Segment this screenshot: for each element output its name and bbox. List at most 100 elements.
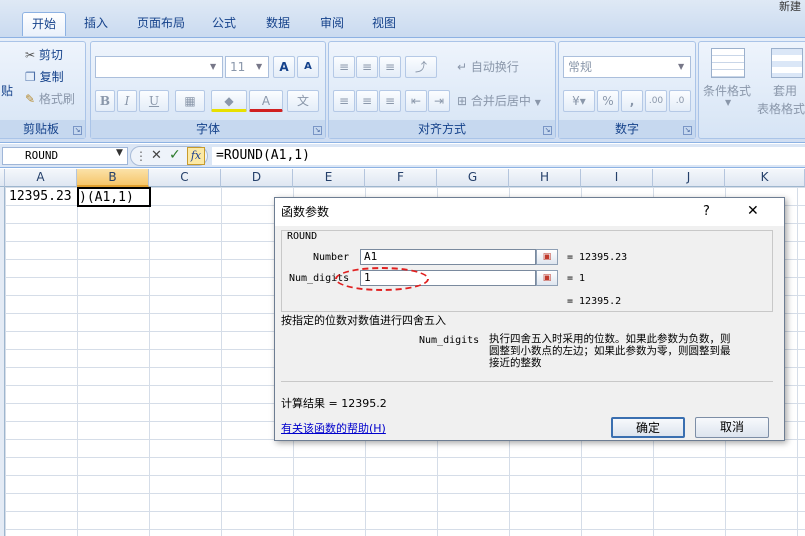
tab-view[interactable]: 视图 <box>364 12 404 36</box>
help-link[interactable]: 有关该函数的帮助(H) <box>281 420 386 436</box>
merge-center-button[interactable]: ⊞ 合并后居中 ▼ <box>457 91 541 113</box>
styles-group: 条件格式 ▼ 套用 表格格式 <box>698 41 805 139</box>
ok-button[interactable]: 确定 <box>611 417 685 438</box>
increase-indent-icon[interactable]: ⇥ <box>428 90 450 112</box>
column-header[interactable]: A <box>5 169 77 187</box>
range-select-icon[interactable]: ▣ <box>536 270 558 286</box>
cancel-button[interactable]: 取消 <box>695 417 769 438</box>
bold-button[interactable]: B <box>95 90 115 112</box>
chevron-down-icon: ▼ <box>534 98 541 107</box>
currency-icon[interactable]: ¥▾ <box>563 90 595 112</box>
cell-b1-active[interactable]: )(A1,1) <box>77 187 151 207</box>
cancel-formula-icon[interactable]: ✕ <box>151 148 162 163</box>
formula-input[interactable]: =ROUND(A1,1) <box>212 147 805 165</box>
format-painter-button[interactable]: ✎ 格式刷 <box>25 89 75 109</box>
align-bottom-icon[interactable]: ≡ <box>379 56 401 78</box>
italic-button[interactable]: I <box>117 90 137 112</box>
tab-formulas[interactable]: 公式 <box>204 12 244 36</box>
underline-button[interactable]: U <box>139 90 169 112</box>
wrap-text-icon: ↵ <box>457 60 468 74</box>
close-icon[interactable]: ✕ <box>747 203 759 219</box>
dialog-launcher-icon[interactable]: ↘ <box>313 126 322 135</box>
range-select-icon[interactable]: ▣ <box>536 249 558 265</box>
font-group: ▼ 11 ▼ A A B I U ▦ ◆ A 文 字体 ↘ <box>90 41 326 139</box>
align-middle-icon[interactable]: ≡ <box>356 56 378 78</box>
fill-color-button[interactable]: ◆ <box>211 90 247 112</box>
chevron-down-icon: ▼ <box>210 62 217 71</box>
chevron-down-icon: ▼ <box>725 98 732 107</box>
formula-buttons: ⋮ ✕ ✓ fx <box>130 146 208 166</box>
column-header[interactable]: G <box>437 169 509 187</box>
font-color-button[interactable]: A <box>249 90 283 112</box>
tab-data[interactable]: 数据 <box>258 12 298 36</box>
column-header[interactable]: D <box>221 169 293 187</box>
tab-insert[interactable]: 插入 <box>76 12 116 36</box>
wrap-text-button[interactable]: ↵ 自动换行 <box>457 57 519 77</box>
number-input[interactable]: A1 <box>360 249 536 265</box>
dialog-launcher-icon[interactable]: ↘ <box>73 126 82 135</box>
clipboard-group: 贴 ✂ 剪切 ❐ 复制 ✎ 格式刷 剪贴板 ↘ <box>0 41 86 139</box>
function-arguments-dialog: 函数参数 ? ✕ ROUND Number A1 ▣ = 12395.23 Nu… <box>274 197 785 441</box>
column-header[interactable]: I <box>581 169 653 187</box>
copy-button[interactable]: ❐ 复制 <box>25 67 64 87</box>
window-title-fragment: 新建 <box>779 0 801 13</box>
brush-icon: ✎ <box>25 92 36 106</box>
ribbon-tab-bar: 开始 插入 页面布局 公式 数据 审阅 视图 新建 <box>0 0 805 38</box>
decrease-decimal-icon[interactable]: .0 <box>669 90 691 112</box>
cell-a1[interactable]: 12395.23 <box>9 188 77 206</box>
chevron-down-icon[interactable]: ▼ <box>116 148 123 158</box>
percent-icon[interactable]: % <box>597 90 619 112</box>
merge-icon: ⊞ <box>457 94 468 108</box>
column-header[interactable]: J <box>653 169 725 187</box>
column-header[interactable]: C <box>149 169 221 187</box>
param-name: Num_digits <box>419 335 480 346</box>
align-left-icon[interactable]: ≡ <box>333 90 355 112</box>
function-name: ROUND <box>287 231 318 242</box>
name-box[interactable]: ROUND <box>2 147 128 165</box>
column-header[interactable]: H <box>509 169 581 187</box>
tab-page-layout[interactable]: 页面布局 <box>130 12 192 36</box>
alignment-group: ≡ ≡ ≡ ⤴ ↵ 自动换行 ≡ ≡ ≡ ⇤ ⇥ ⊞ 合并后居中 ▼ 对齐方式 … <box>328 41 556 139</box>
number-group-label: 数字 <box>559 120 695 138</box>
column-header-selected[interactable]: B <box>77 169 149 187</box>
tab-review[interactable]: 审阅 <box>312 12 352 36</box>
help-icon[interactable]: ? <box>703 204 710 219</box>
number-group: 常规 ▼ ¥▾ % , .00 .0 数字 ↘ <box>558 41 696 139</box>
arg1-label: Number <box>313 252 350 263</box>
copy-icon: ❐ <box>25 70 36 84</box>
align-center-icon[interactable]: ≡ <box>356 90 378 112</box>
font-size-combo[interactable]: 11 ▼ <box>225 56 269 78</box>
paste-button[interactable]: 贴 <box>1 82 13 99</box>
dialog-launcher-icon[interactable]: ↘ <box>683 126 692 135</box>
conditional-format-button[interactable]: 条件格式 <box>703 82 751 99</box>
row-header-strip <box>0 187 5 536</box>
comma-icon[interactable]: , <box>621 90 643 112</box>
scissors-icon: ✂ <box>25 48 36 62</box>
align-top-icon[interactable]: ≡ <box>333 56 355 78</box>
dialog-launcher-icon[interactable]: ↘ <box>543 126 552 135</box>
function-result: = 12395.2 <box>567 296 622 307</box>
arg1-result: = 12395.23 <box>567 252 628 263</box>
function-description: 按指定的位数对数值进行四舍五入 <box>281 314 446 327</box>
cut-button[interactable]: ✂ 剪切 <box>25 45 63 65</box>
format-table-label: 表格格式 <box>757 102 805 116</box>
shrink-font-button[interactable]: A <box>297 56 319 78</box>
insert-function-icon[interactable]: fx <box>187 147 205 165</box>
column-header[interactable]: K <box>725 169 805 187</box>
format-table-button[interactable]: 套用 <box>773 82 797 99</box>
align-right-icon[interactable]: ≡ <box>379 90 401 112</box>
font-name-combo[interactable]: ▼ <box>95 56 223 78</box>
borders-button[interactable]: ▦ <box>175 90 205 112</box>
number-format-combo[interactable]: 常规 ▼ <box>563 56 691 78</box>
column-header[interactable]: F <box>365 169 437 187</box>
increase-decimal-icon[interactable]: .00 <box>645 90 667 112</box>
grow-font-button[interactable]: A <box>273 56 295 78</box>
tab-home[interactable]: 开始 <box>22 12 66 36</box>
decrease-indent-icon[interactable]: ⇤ <box>405 90 427 112</box>
chevron-down-icon: ▼ <box>678 62 685 71</box>
orientation-icon[interactable]: ⤴ <box>405 56 437 78</box>
phonetic-button[interactable]: 文 <box>287 90 319 112</box>
column-header[interactable]: E <box>293 169 365 187</box>
enter-formula-icon[interactable]: ✓ <box>169 147 181 163</box>
calc-result: 计算结果 = 12395.2 <box>281 397 387 410</box>
